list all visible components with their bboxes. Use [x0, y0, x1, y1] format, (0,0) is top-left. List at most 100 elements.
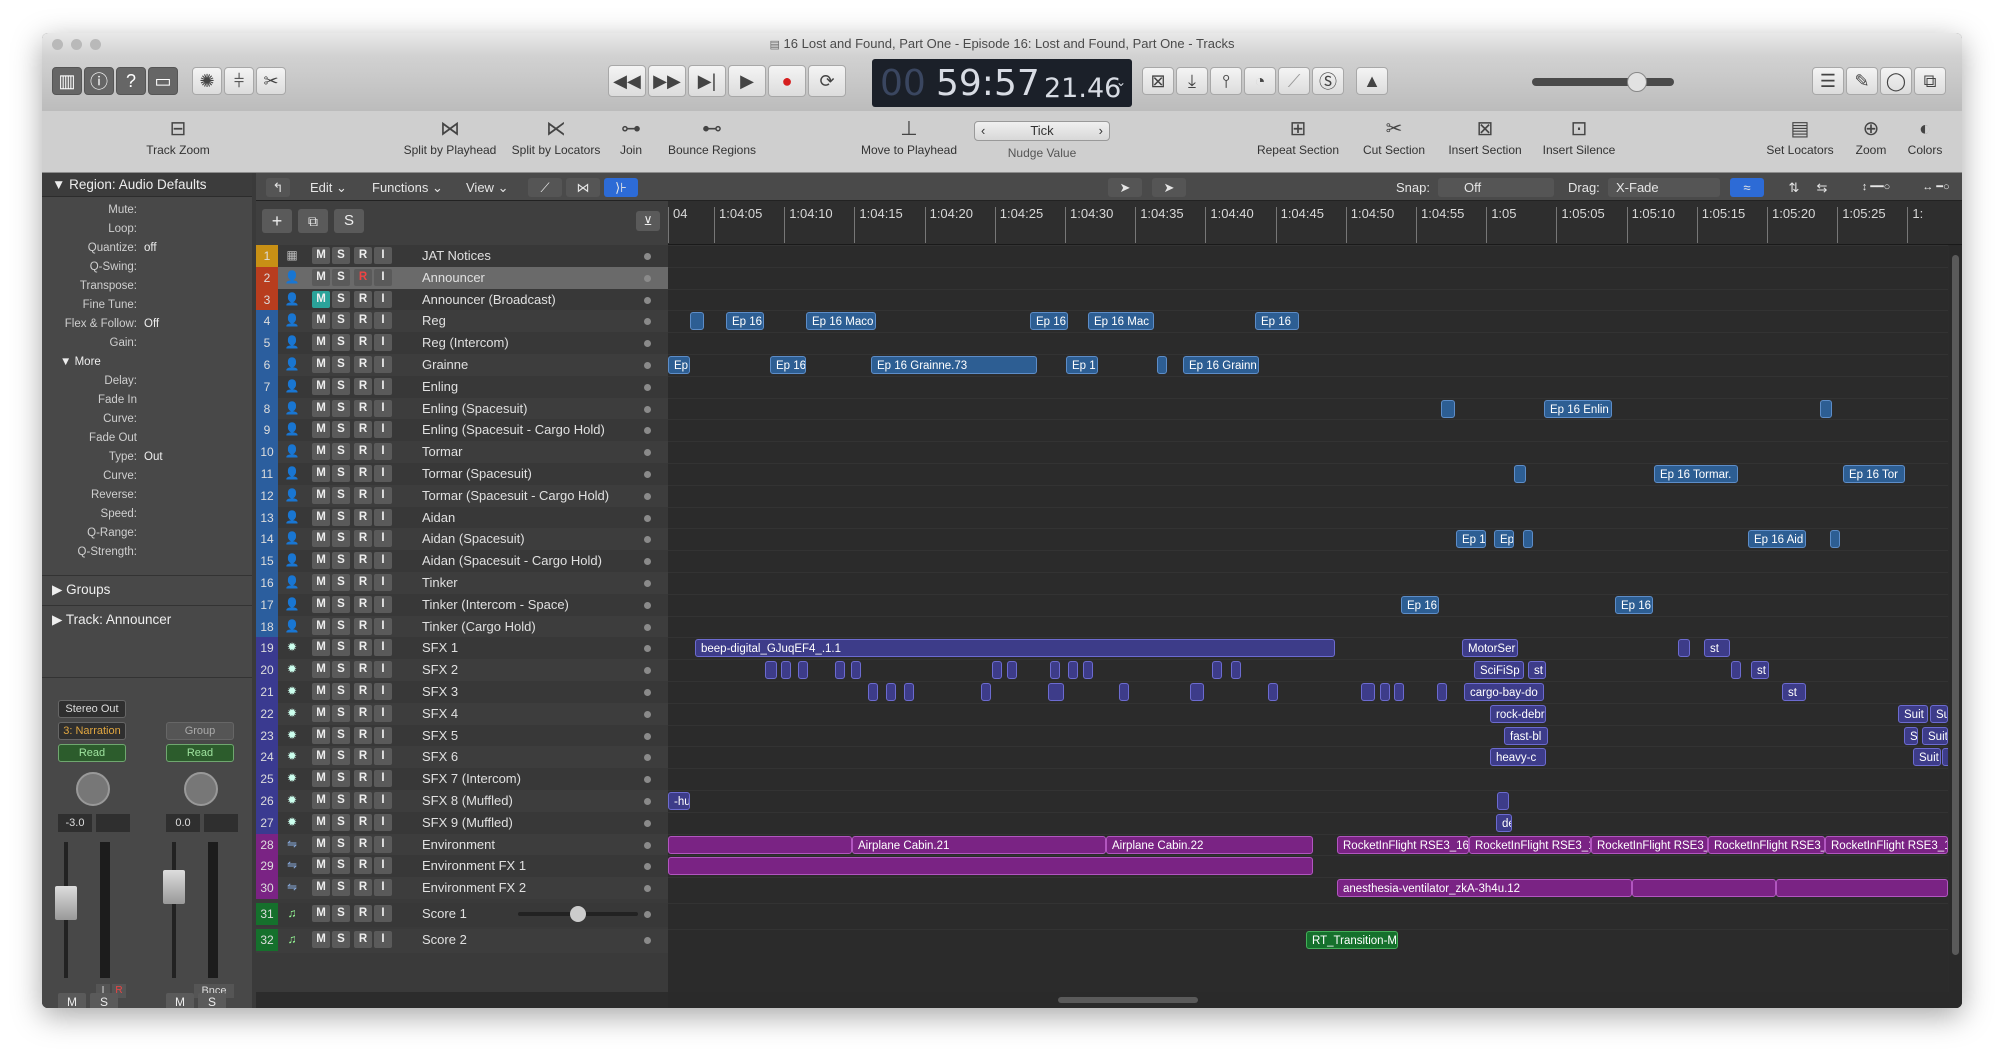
audio-region[interactable]	[1068, 661, 1078, 680]
audio-region[interactable]	[1083, 661, 1093, 680]
audio-region[interactable]	[1361, 683, 1375, 701]
quick-help-icon[interactable]: ?	[116, 67, 146, 95]
colors-button[interactable]: ◐ Colors	[1900, 115, 1950, 157]
track-name[interactable]: SFX 6	[422, 746, 458, 768]
back-arrow-icon[interactable]: ↰	[266, 178, 290, 197]
audio-region[interactable]: st	[1704, 639, 1730, 658]
track-record-button[interactable]: R	[354, 268, 372, 286]
audio-region[interactable]	[1157, 356, 1167, 374]
track-input-monitor-button[interactable]: I	[374, 443, 392, 461]
region-inspector-header[interactable]: ▼ Region: Audio Defaults	[42, 173, 252, 197]
track-mute-button[interactable]: M	[312, 421, 330, 439]
track-record-button[interactable]: R	[354, 247, 372, 264]
inspector-row[interactable]: Fade In	[42, 391, 252, 410]
inspector-row[interactable]: Q-Strength:	[42, 543, 252, 562]
track-name[interactable]: Tinker	[422, 572, 458, 594]
track-input-monitor-button[interactable]: I	[374, 312, 392, 330]
track-header-row[interactable]: 2 👤 M S R I Announcer	[256, 266, 668, 289]
mixer-icon[interactable]: ⫩	[224, 67, 254, 95]
audio-region[interactable]: de	[1496, 813, 1512, 832]
track-input-monitor-button[interactable]: I	[374, 835, 392, 853]
track-input-monitor-button[interactable]: I	[374, 334, 392, 352]
catch-icon[interactable]: ⟩⊦	[604, 178, 638, 197]
track-solo-button[interactable]: S	[332, 704, 350, 722]
move-to-playhead-button[interactable]: ⊥ Move to Playhead	[854, 115, 964, 157]
track-name[interactable]: Score 1	[422, 903, 467, 925]
audio-region[interactable]: Ep 16 Tor	[1843, 465, 1905, 483]
region-area[interactable]: Ep 16 Ep 16 Maco Ep 16 Ep 16 Mac Ep 16 Ep 1 Ep…	[668, 245, 1948, 992]
loop-browser-icon[interactable]: ◯	[1880, 67, 1912, 95]
track-header-row[interactable]: 4 👤 M S R I Reg	[256, 310, 668, 333]
track-mute-button[interactable]: M	[312, 639, 330, 657]
track-record-button[interactable]: R	[354, 792, 372, 809]
audio-region[interactable]: anesthesia-ventilator_zkA-3h4u.12	[1337, 879, 1632, 898]
track-solo-button[interactable]: S	[332, 465, 350, 482]
track-record-button[interactable]: R	[354, 857, 372, 875]
track-input-monitor-button[interactable]: I	[374, 399, 392, 417]
track-solo-button[interactable]: S	[332, 530, 350, 548]
track-header-row[interactable]: 11 👤 M S R I Tormar (Spacesuit)	[256, 463, 668, 485]
minimize-window-button[interactable]	[71, 39, 82, 50]
track-input-monitor-button[interactable]: I	[374, 356, 392, 373]
audio-region[interactable]: Ep 16	[1030, 312, 1068, 331]
track-name[interactable]: Aidan (Spacesuit)	[422, 528, 525, 550]
groups-section[interactable]: ▶ Groups	[42, 575, 252, 604]
track-mute-button[interactable]: M	[312, 661, 330, 679]
audio-region[interactable]: Airplane Cabin.22	[1106, 835, 1313, 854]
track-mute-button[interactable]: M	[312, 530, 330, 548]
nudge-value-control[interactable]: ‹ Tick › Nudge Value	[972, 115, 1112, 160]
inspector-row[interactable]: Fade Out	[42, 429, 252, 448]
track-input-monitor-button[interactable]: I	[374, 486, 392, 504]
track-header-row[interactable]: 30 ⇋ M S R I Environment FX 2	[256, 877, 668, 900]
audio-region[interactable]: Airplane Cabin.21	[852, 835, 1106, 854]
pan-knob[interactable]	[76, 772, 110, 806]
audio-region[interactable]: RT_Transition-M	[1306, 930, 1398, 949]
audio-region[interactable]	[835, 661, 845, 680]
mute-button[interactable]: M	[58, 993, 86, 1008]
track-mute-button[interactable]: M	[312, 334, 330, 352]
track-record-button[interactable]: R	[354, 486, 372, 504]
smart-controls-icon[interactable]: ✺	[192, 67, 222, 95]
audio-region[interactable]: Suit	[1898, 704, 1928, 723]
lcd-display[interactable]: 00 59:57 21.46 ⌄	[872, 59, 1132, 107]
global-tracks-icon[interactable]: ⊻	[636, 211, 660, 231]
vertical-scrollbar[interactable]	[1949, 245, 1962, 992]
track-input-monitor-button[interactable]: I	[374, 268, 392, 286]
track-input-monitor-button[interactable]: I	[374, 465, 392, 482]
track-volume-slider[interactable]	[518, 906, 638, 922]
slider-knob[interactable]	[570, 906, 586, 922]
track-mute-button[interactable]: M	[312, 399, 330, 417]
go-to-end-icon[interactable]: ▶|	[688, 65, 726, 97]
audio-region[interactable]: heavy-c	[1490, 748, 1546, 767]
track-record-button[interactable]: R	[354, 465, 372, 482]
track-header-row[interactable]: 3 👤 M S R I Announcer (Broadcast)	[256, 288, 668, 311]
track-solo-button[interactable]: S	[332, 486, 350, 504]
audio-region[interactable]: Ep 1	[1456, 530, 1486, 549]
track-mute-button[interactable]: M	[312, 290, 330, 308]
repeat-section-button[interactable]: ⊞ Repeat Section	[1250, 115, 1346, 157]
audio-region[interactable]: st	[1782, 683, 1806, 701]
track-solo-button[interactable]: S	[332, 683, 350, 700]
audio-region[interactable]: st	[1751, 661, 1769, 680]
track-input-monitor-button[interactable]: I	[374, 290, 392, 308]
track-name[interactable]: Enling	[422, 376, 458, 398]
inspector-row[interactable]: Fine Tune:	[42, 296, 252, 315]
record-icon[interactable]: ●	[768, 65, 806, 97]
track-input-monitor-button[interactable]: I	[374, 508, 392, 526]
track-name[interactable]: Aidan (Spacesuit - Cargo Hold)	[422, 550, 602, 572]
inspector-row[interactable]: Loop:	[42, 220, 252, 239]
track-input-monitor-button[interactable]: I	[374, 639, 392, 657]
track-record-button[interactable]: R	[354, 813, 372, 831]
audio-region[interactable]: Ep 16 Grainn	[1183, 356, 1259, 374]
track-mute-button[interactable]: M	[312, 617, 330, 635]
track-mute-button[interactable]: M	[312, 792, 330, 809]
track-mute-button[interactable]: M	[312, 552, 330, 570]
track-header-row[interactable]: 21 ✹ M S R I SFX 3	[256, 681, 668, 703]
track-header-row[interactable]: 19 ✹ M S R I SFX 1	[256, 637, 668, 660]
track-header-row[interactable]: 1 ▦ M S R I JAT Notices	[256, 245, 668, 267]
audio-region[interactable]: Ep 1	[1066, 356, 1098, 374]
audio-region[interactable]	[1497, 792, 1509, 810]
track-mute-button[interactable]: M	[312, 879, 330, 897]
vertical-zoom-slider[interactable]: ↕ ━━○	[1846, 178, 1906, 197]
track-name[interactable]: Tormar	[422, 441, 462, 463]
